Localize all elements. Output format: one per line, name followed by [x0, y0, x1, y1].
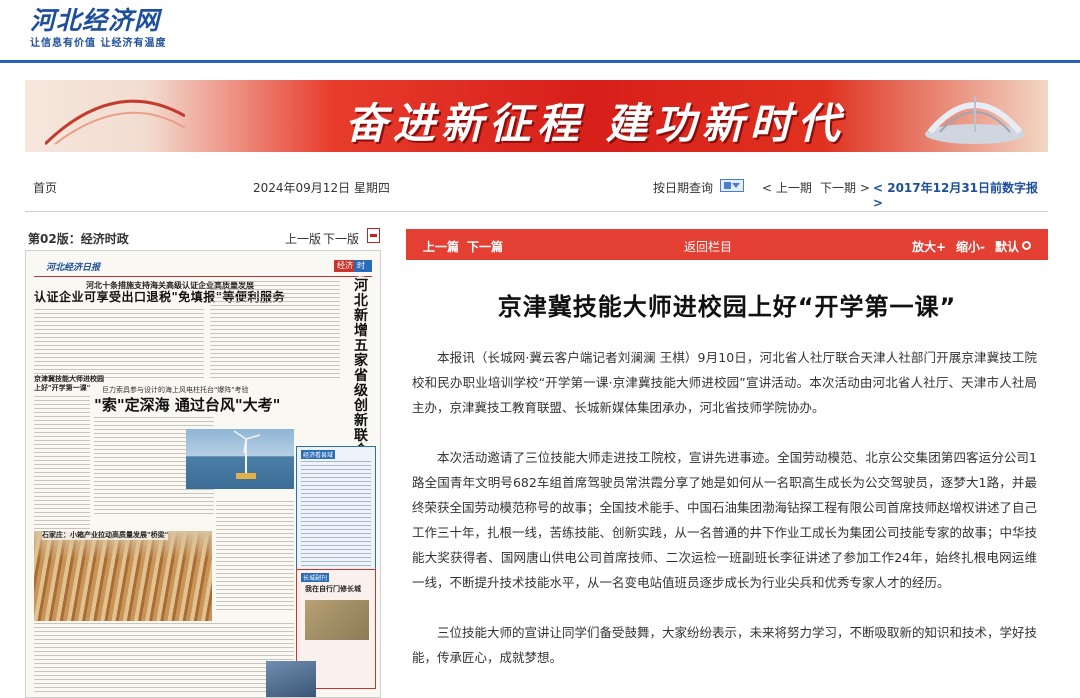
article-nav-bar: 上一篇 下一篇 返回栏目 放大+ 缩小- 默认 [406, 229, 1048, 260]
back-to-section-link[interactable]: 返回栏目 [684, 238, 732, 255]
prev-page-link[interactable]: 上一版 [285, 230, 321, 247]
reset-circle-icon[interactable] [1022, 241, 1031, 250]
banner: 奋进新征程 建功新时代 [25, 80, 1048, 152]
newspaper-sidebar-box[interactable]: 经济看县域 [296, 446, 376, 586]
newspaper-text-block [34, 309, 204, 379]
font-increase-button[interactable]: 放大+ [912, 238, 946, 255]
newspaper-text-block [210, 281, 340, 381]
archive-link[interactable]: < 2017年12月31日前数字报 > [873, 179, 1048, 210]
logo-slogan: 让信息有价值 让经济有温度 [30, 38, 167, 49]
stadium-icon [925, 96, 1025, 144]
site-logo[interactable]: 河北经济网 让信息有价值 让经济有温度 [30, 6, 190, 54]
article-body: 本报讯（长城网·冀云客户端记者刘澜澜 王棋）9月10日，河北省人社厅联合天津人社… [412, 345, 1037, 695]
calendar-dropdown-icon[interactable] [720, 179, 744, 192]
article-paragraph: 本报讯（长城网·冀云客户端记者刘澜澜 王棋）9月10日，河北省人社厅联合天津人社… [412, 350, 1037, 415]
newspaper-masthead: 河北经济日报 经济 时政 [34, 257, 372, 282]
newspaper-headline-2[interactable]: "索"定深海 通过台风"大考" [94, 394, 280, 415]
newspaper-logo: 河北经济日报 [46, 263, 101, 273]
header-divider [0, 60, 1080, 63]
next-issue-link[interactable]: 下一期 > [820, 179, 870, 196]
banner-slogan: 奋进新征程 建功新时代 [345, 99, 846, 148]
newspaper-text-block [34, 623, 294, 695]
logo-title: 河北经济网 [30, 6, 161, 35]
newspaper-text-block [216, 501, 294, 611]
prev-article-link[interactable]: 上一篇 [423, 238, 459, 255]
issue-date: 2024年09月12日 星期四 [253, 181, 390, 195]
issue-toolbar: 首页 2024年09月12日 星期四 按日期查询 < 上一期 下一期 > < 2… [25, 170, 1048, 210]
newspaper-tag-politics: 时政 [354, 260, 372, 282]
font-default-button[interactable]: 默认 [995, 238, 1019, 255]
banner-arc-decoration [45, 99, 185, 146]
pdf-download-icon[interactable] [367, 228, 380, 243]
toolbar-divider [25, 211, 1048, 212]
edition-bar: 第02版：经济时政 上一版 下一版 [25, 226, 381, 248]
prev-issue-link[interactable]: < 上一期 [762, 179, 812, 196]
newspaper-vertical-headline[interactable]: 河北新增五家省级创新联合体 [354, 279, 376, 474]
site-header: 河北经济网 让信息有价值 让经济有温度 [0, 0, 1080, 63]
date-query-label[interactable]: 按日期查询 [653, 179, 713, 196]
home-link[interactable]: 首页 [33, 179, 57, 196]
supplement-box-label: 长城副刊 [301, 573, 330, 582]
warehouse-photo [34, 531, 212, 621]
next-page-link[interactable]: 下一版 [323, 230, 359, 247]
newspaper-tag-economy: 经济 [334, 260, 356, 272]
newspaper-page-thumbnail[interactable]: 河北经济日报 经济 时政 河北十条措施支持海关高级认证企业高质量发展 认证企业可… [25, 250, 381, 698]
supplement-box-title: 我在自行门修长城 [305, 585, 361, 593]
font-decrease-button[interactable]: 缩小- [956, 238, 985, 255]
next-article-link[interactable]: 下一篇 [467, 238, 503, 255]
wind-turbine-photo [186, 429, 294, 489]
sidebar-box-label: 经济看县域 [301, 450, 336, 459]
newspaper-article-headline[interactable]: 京津冀技能大师进校园上好"开学第一课" [34, 375, 104, 393]
newspaper-text-block [301, 461, 371, 581]
worker-photo [266, 661, 316, 697]
edition-title: 第02版：经济时政 [28, 232, 129, 246]
article-paragraph: 三位技能大师的宣讲让同学们备受鼓舞，大家纷纷表示，未来将努力学习，不断吸取新的知… [412, 625, 1038, 665]
article-paragraph: 本次活动邀请了三位技能大师走进技工院校，宣讲先进事迹。全国劳动模范、北京公交集团… [412, 450, 1038, 590]
article-title: 京津冀技能大师进校园上好“开学第一课” [497, 293, 957, 321]
great-wall-photo [305, 600, 369, 640]
photo-caption[interactable]: 石家庄：小箱产业拉动高质量发展"桥梁" [42, 530, 169, 540]
